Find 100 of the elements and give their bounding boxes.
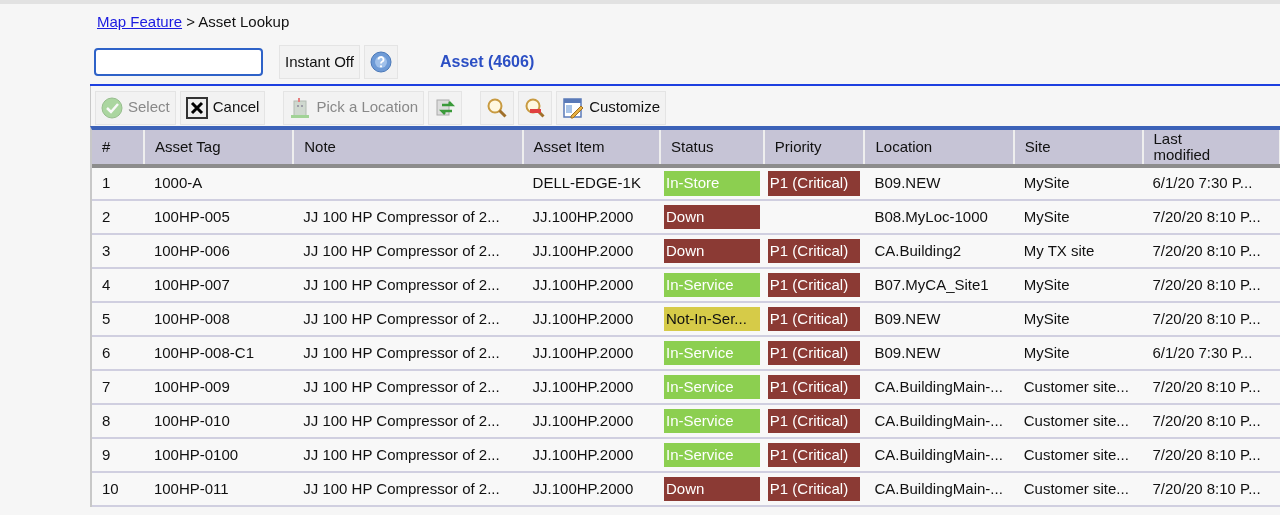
priority-label: P1 (Critical) [767, 476, 861, 502]
table-cell: JJ.100HP.2000 [532, 207, 634, 225]
table-cell: 100HP-007 [153, 275, 230, 293]
column-header[interactable]: Location [864, 130, 1014, 166]
table-cell: CA.BuildingMain-... [874, 411, 1003, 429]
table-cell: CA.BuildingMain-... [874, 479, 1003, 497]
table-cell: 7/20/20 8:10 P... [1152, 241, 1261, 259]
customize-button[interactable]: Customize [556, 90, 666, 125]
table-cell: 7/20/20 8:10 P... [1152, 377, 1261, 395]
status-label: In-Service [664, 408, 760, 434]
row-number: 8 [102, 411, 111, 429]
search-icon [486, 96, 509, 119]
column-header[interactable]: Last modified [1142, 130, 1280, 166]
clear-search-button[interactable] [518, 90, 553, 125]
refresh-button[interactable] [428, 90, 463, 125]
asset-count: Asset (4606) [439, 52, 535, 72]
instant-button[interactable]: Instant Off [279, 45, 360, 79]
table-cell: JJ 100 HP Compressor of 2... [303, 309, 500, 327]
table-cell: 7/20/20 8:10 P... [1152, 445, 1261, 463]
priority-label: P1 (Critical) [767, 238, 861, 264]
breadcrumb-link[interactable]: Map Feature [97, 13, 183, 30]
table-cell: DELL-EDGE-1K [532, 174, 641, 192]
status-label: Not-In-Ser... [664, 306, 760, 332]
status-label: Down [664, 476, 760, 502]
table-cell: 100HP-009 [153, 377, 230, 395]
clear-search-icon [524, 96, 547, 119]
table-cell: Customer site... [1023, 445, 1129, 463]
table-cell: JJ 100 HP Compressor of 2... [303, 411, 500, 429]
column-header[interactable]: Asset Tag [143, 130, 294, 166]
close-icon [185, 96, 208, 119]
table-cell: 100HP-0100 [153, 445, 239, 463]
breadcrumb-separator: > [185, 13, 196, 30]
status-label: Down [664, 238, 760, 264]
table-cell: 7/20/20 8:10 P... [1152, 275, 1261, 293]
status-label: In-Service [664, 374, 760, 400]
status-label: Down [664, 204, 760, 230]
row-number: 9 [102, 445, 111, 463]
priority-label: P1 (Critical) [767, 340, 861, 366]
table-cell: JJ.100HP.2000 [532, 377, 634, 395]
check-circle-icon [101, 96, 123, 119]
table-cell: CA.Building2 [874, 241, 962, 259]
column-header[interactable]: Site [1013, 130, 1143, 166]
row-number: 6 [102, 343, 111, 361]
table-cell: Customer site... [1023, 411, 1129, 429]
row-number: 2 [102, 207, 111, 225]
table-cell: JJ 100 HP Compressor of 2... [303, 241, 500, 259]
column-header[interactable]: Asset Item [522, 130, 660, 166]
table-cell: B09.NEW [874, 343, 941, 361]
cancel-button[interactable]: Cancel [179, 90, 266, 125]
row-number: 1 [102, 174, 111, 192]
table-cell: My TX site [1023, 241, 1095, 259]
table-cell: Customer site... [1023, 479, 1129, 497]
status-label: In-Store [664, 171, 760, 196]
table-cell: MySite [1023, 207, 1070, 225]
priority-label: P1 (Critical) [767, 171, 861, 196]
table-cell: B07.MyCA_Site1 [874, 275, 989, 293]
column-header[interactable]: Note [293, 130, 523, 166]
row-number: 10 [102, 479, 119, 497]
table-cell: 100HP-005 [153, 207, 230, 225]
row-number: 3 [102, 241, 111, 259]
table-cell: B09.NEW [874, 309, 941, 327]
table-cell: 7/20/20 8:10 P... [1152, 411, 1261, 429]
table-cell: JJ.100HP.2000 [532, 343, 634, 361]
table-cell: JJ.100HP.2000 [532, 445, 634, 463]
table-cell: JJ.100HP.2000 [532, 479, 634, 497]
column-header[interactable]: Status [660, 130, 764, 166]
table-cell: 6/1/20 7:30 P... [1152, 343, 1253, 361]
building-icon [289, 96, 312, 119]
table-cell: JJ 100 HP Compressor of 2... [303, 275, 500, 293]
table-cell: MySite [1023, 343, 1070, 361]
table-cell: JJ.100HP.2000 [532, 241, 634, 259]
form-edit-icon [562, 96, 585, 119]
table-cell: 7/20/20 8:10 P... [1152, 479, 1261, 497]
table-cell: 7/20/20 8:10 P... [1152, 309, 1261, 327]
table-cell: B09.NEW [874, 174, 941, 192]
breadcrumb-current: Asset Lookup [198, 13, 290, 30]
row-number: 5 [102, 309, 111, 327]
table-cell: JJ 100 HP Compressor of 2... [303, 207, 500, 225]
table-cell: 100HP-008-C1 [153, 343, 254, 361]
priority-label: P1 (Critical) [767, 272, 861, 298]
table-cell: 100HP-006 [153, 241, 230, 259]
priority-label: P1 (Critical) [767, 408, 861, 434]
table-cell: JJ 100 HP Compressor of 2... [303, 377, 500, 395]
status-label: In-Service [664, 340, 760, 366]
table-cell: MySite [1023, 309, 1070, 327]
table-cell: JJ 100 HP Compressor of 2... [303, 343, 500, 361]
priority-label: P1 (Critical) [767, 442, 861, 468]
table-cell: JJ.100HP.2000 [532, 275, 634, 293]
row-number: 4 [102, 275, 111, 293]
column-header[interactable]: # [92, 130, 144, 166]
table-cell: B08.MyLoc-1000 [874, 207, 988, 225]
table-cell: 100HP-008 [153, 309, 230, 327]
table-cell: MySite [1023, 275, 1070, 293]
table-cell: JJ.100HP.2000 [532, 309, 634, 327]
search-field[interactable] [94, 48, 263, 76]
search-button[interactable] [480, 90, 515, 125]
priority-label: P1 (Critical) [767, 374, 861, 400]
column-header[interactable]: Priority [763, 130, 865, 166]
refresh-icon [434, 96, 457, 119]
help-button[interactable] [363, 45, 398, 79]
